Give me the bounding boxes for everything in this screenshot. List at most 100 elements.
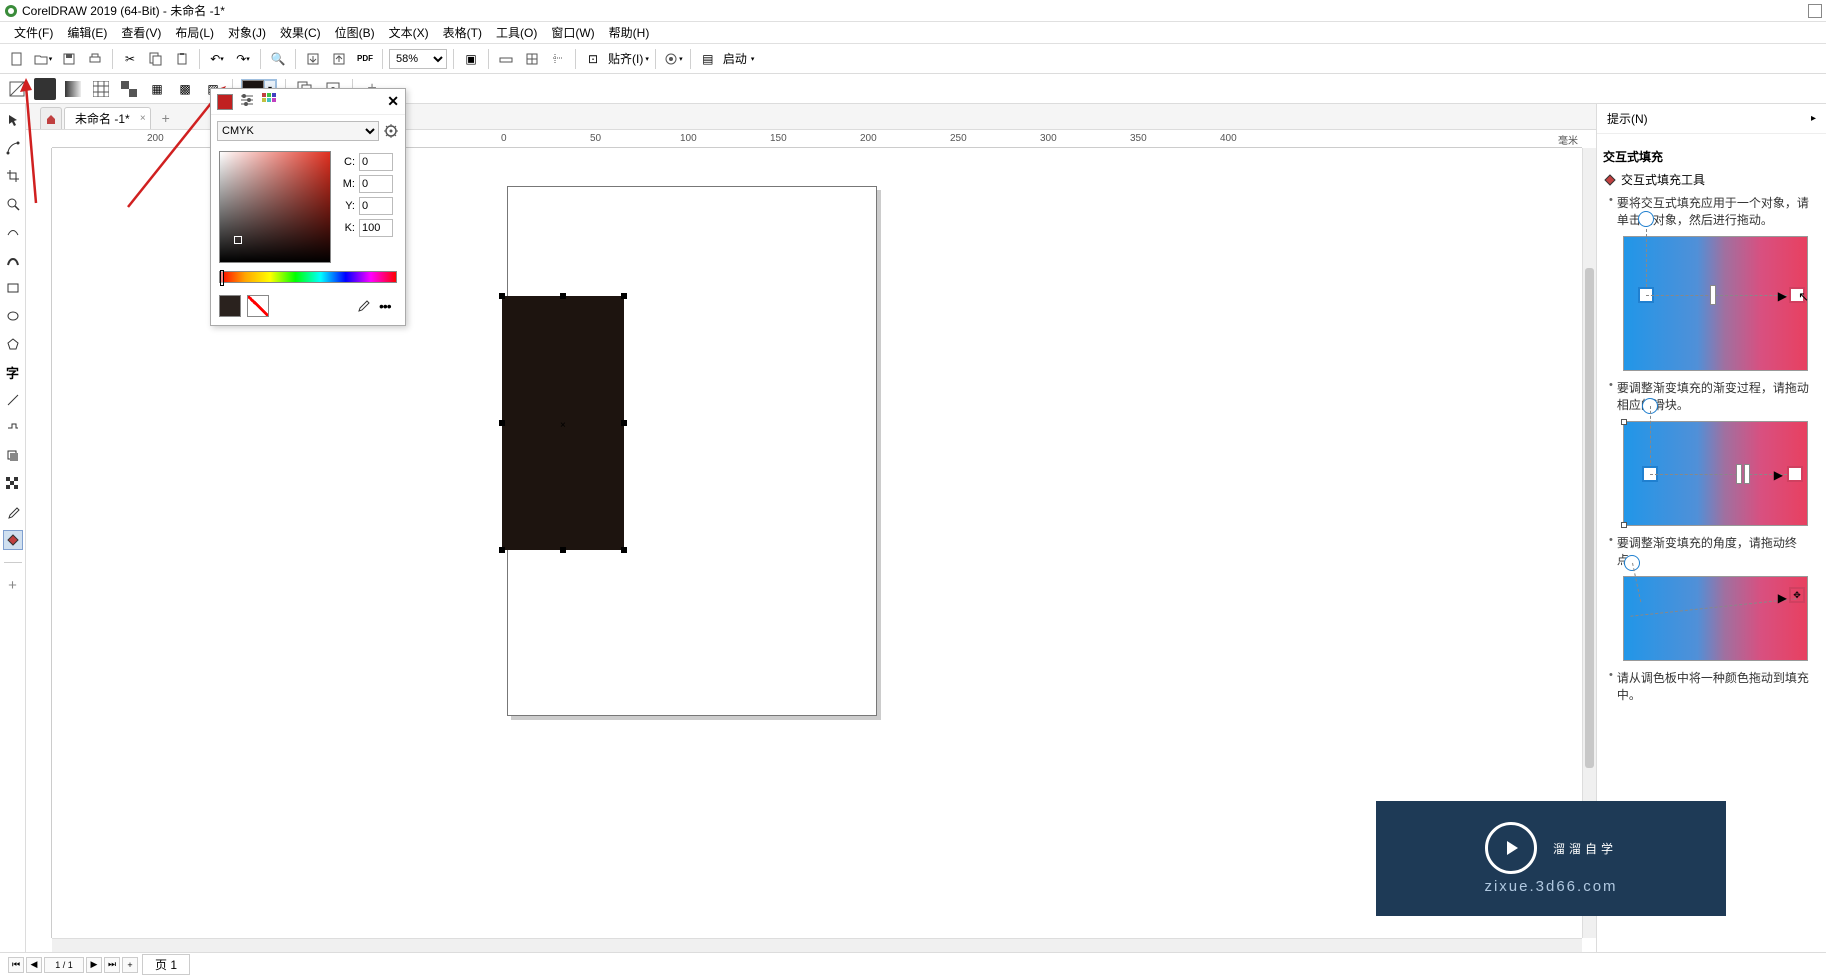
polygon-tool[interactable]: [3, 334, 23, 354]
snap-off-button[interactable]: ⊡: [582, 48, 604, 70]
copy-button[interactable]: [145, 48, 167, 70]
selection-handle[interactable]: [499, 420, 505, 426]
menu-bitmap[interactable]: 位图(B): [329, 22, 381, 43]
grid-button[interactable]: [521, 48, 543, 70]
eyedropper-tool[interactable]: [3, 502, 23, 522]
search-button[interactable]: 🔍: [267, 48, 289, 70]
selection-handle[interactable]: [621, 547, 627, 553]
next-page-button[interactable]: ▶: [86, 957, 102, 973]
docker-menu-icon[interactable]: ▸: [1811, 113, 1816, 124]
color-marker[interactable]: [234, 236, 242, 244]
menu-tools[interactable]: 工具(O): [490, 22, 543, 43]
rulers-button[interactable]: [495, 48, 517, 70]
ellipse-tool[interactable]: [3, 306, 23, 326]
menu-window[interactable]: 窗口(W): [545, 22, 600, 43]
pick-tool[interactable]: [3, 110, 23, 130]
selection-handle[interactable]: [560, 293, 566, 299]
new-button[interactable]: [6, 48, 28, 70]
more-options-button[interactable]: •••: [379, 298, 397, 314]
shape-tool[interactable]: [3, 138, 23, 158]
horizontal-scrollbar[interactable]: [52, 938, 1582, 952]
scrollbar-thumb[interactable]: [1585, 268, 1594, 768]
interactive-fill-tool[interactable]: [3, 530, 23, 550]
transparency-tool[interactable]: [3, 474, 23, 494]
document-tab[interactable]: 未命名 -1* ×: [64, 107, 151, 129]
print-button[interactable]: [84, 48, 106, 70]
menu-object[interactable]: 对象(J): [222, 22, 272, 43]
save-button[interactable]: [58, 48, 80, 70]
options-button[interactable]: ▾: [662, 48, 684, 70]
menu-edit[interactable]: 编辑(E): [61, 22, 113, 43]
guidelines-button[interactable]: [547, 48, 569, 70]
add-tool-button[interactable]: +: [3, 575, 23, 595]
k-input[interactable]: [359, 219, 393, 237]
y-input[interactable]: [359, 197, 393, 215]
menu-text[interactable]: 文本(X): [383, 22, 435, 43]
first-page-button[interactable]: ⏮: [8, 957, 24, 973]
connector-tool[interactable]: [3, 418, 23, 438]
m-input[interactable]: [359, 175, 393, 193]
text-tool[interactable]: 字: [3, 362, 23, 382]
page-tab[interactable]: 页 1: [142, 954, 190, 975]
menu-view[interactable]: 查看(V): [115, 22, 167, 43]
menu-file[interactable]: 文件(F): [8, 22, 59, 43]
uniform-fill-button[interactable]: [34, 78, 56, 100]
drop-shadow-tool[interactable]: [3, 446, 23, 466]
hints-title-bar[interactable]: 提示(N) ▸: [1597, 104, 1826, 134]
zoom-select[interactable]: 58%: [389, 49, 447, 69]
close-tab-icon[interactable]: ×: [140, 113, 146, 124]
snap-dropdown[interactable]: 贴齐(I)▾: [608, 50, 649, 67]
hue-marker[interactable]: [220, 270, 224, 286]
page-counter[interactable]: 1 / 1: [44, 957, 84, 973]
crop-tool[interactable]: [3, 166, 23, 186]
redo-button[interactable]: ↷▾: [232, 48, 254, 70]
menu-layout[interactable]: 布局(L): [169, 22, 220, 43]
eyedropper-button[interactable]: [355, 297, 373, 315]
texture-fill-button[interactable]: ▩: [174, 78, 196, 100]
selection-handle[interactable]: [621, 420, 627, 426]
selection-handle[interactable]: [621, 293, 627, 299]
fullscreen-button[interactable]: ▣: [460, 48, 482, 70]
add-page-button[interactable]: +: [122, 957, 138, 973]
menu-table[interactable]: 表格(T): [437, 22, 488, 43]
solid-color-tab[interactable]: [217, 94, 233, 110]
prev-page-button[interactable]: ◀: [26, 957, 42, 973]
selection-handle[interactable]: [499, 293, 505, 299]
menu-effects[interactable]: 效果(C): [274, 22, 327, 43]
fountain-fill-button[interactable]: [62, 78, 84, 100]
no-fill-button[interactable]: [6, 78, 28, 100]
paste-button[interactable]: [171, 48, 193, 70]
artistic-media-tool[interactable]: [3, 250, 23, 270]
restore-icon[interactable]: [1808, 4, 1822, 18]
settings-icon[interactable]: [383, 123, 399, 139]
current-color-swatch[interactable]: [219, 295, 241, 317]
two-color-pattern-button[interactable]: [118, 78, 140, 100]
zoom-tool[interactable]: [3, 194, 23, 214]
cut-button[interactable]: ✂: [119, 48, 141, 70]
rectangle-object[interactable]: ×: [502, 296, 624, 550]
launch-icon[interactable]: ▤: [697, 48, 719, 70]
pdf-button[interactable]: PDF: [354, 48, 376, 70]
color-gradient-picker[interactable]: [219, 151, 331, 263]
menu-help[interactable]: 帮助(H): [603, 22, 656, 43]
import-button[interactable]: [302, 48, 324, 70]
color-model-select[interactable]: CMYK: [217, 121, 379, 141]
selection-handle[interactable]: [560, 547, 566, 553]
no-color-swatch[interactable]: [247, 295, 269, 317]
bitmap-pattern-button[interactable]: ▦: [146, 78, 168, 100]
hue-slider[interactable]: [219, 271, 397, 283]
add-tab-button[interactable]: +: [155, 107, 177, 129]
c-input[interactable]: [359, 153, 393, 171]
close-popup-button[interactable]: ✕: [387, 93, 399, 110]
launch-dropdown[interactable]: 启动▾: [723, 50, 755, 67]
freehand-tool[interactable]: [3, 222, 23, 242]
last-page-button[interactable]: ⏭: [104, 957, 120, 973]
undo-button[interactable]: ↶▾: [206, 48, 228, 70]
rectangle-tool[interactable]: [3, 278, 23, 298]
sliders-tab[interactable]: [239, 92, 255, 111]
parallel-dimension-tool[interactable]: [3, 390, 23, 410]
selection-handle[interactable]: [499, 547, 505, 553]
export-button[interactable]: [328, 48, 350, 70]
palettes-tab[interactable]: [261, 92, 277, 111]
pattern-fill-button[interactable]: [90, 78, 112, 100]
